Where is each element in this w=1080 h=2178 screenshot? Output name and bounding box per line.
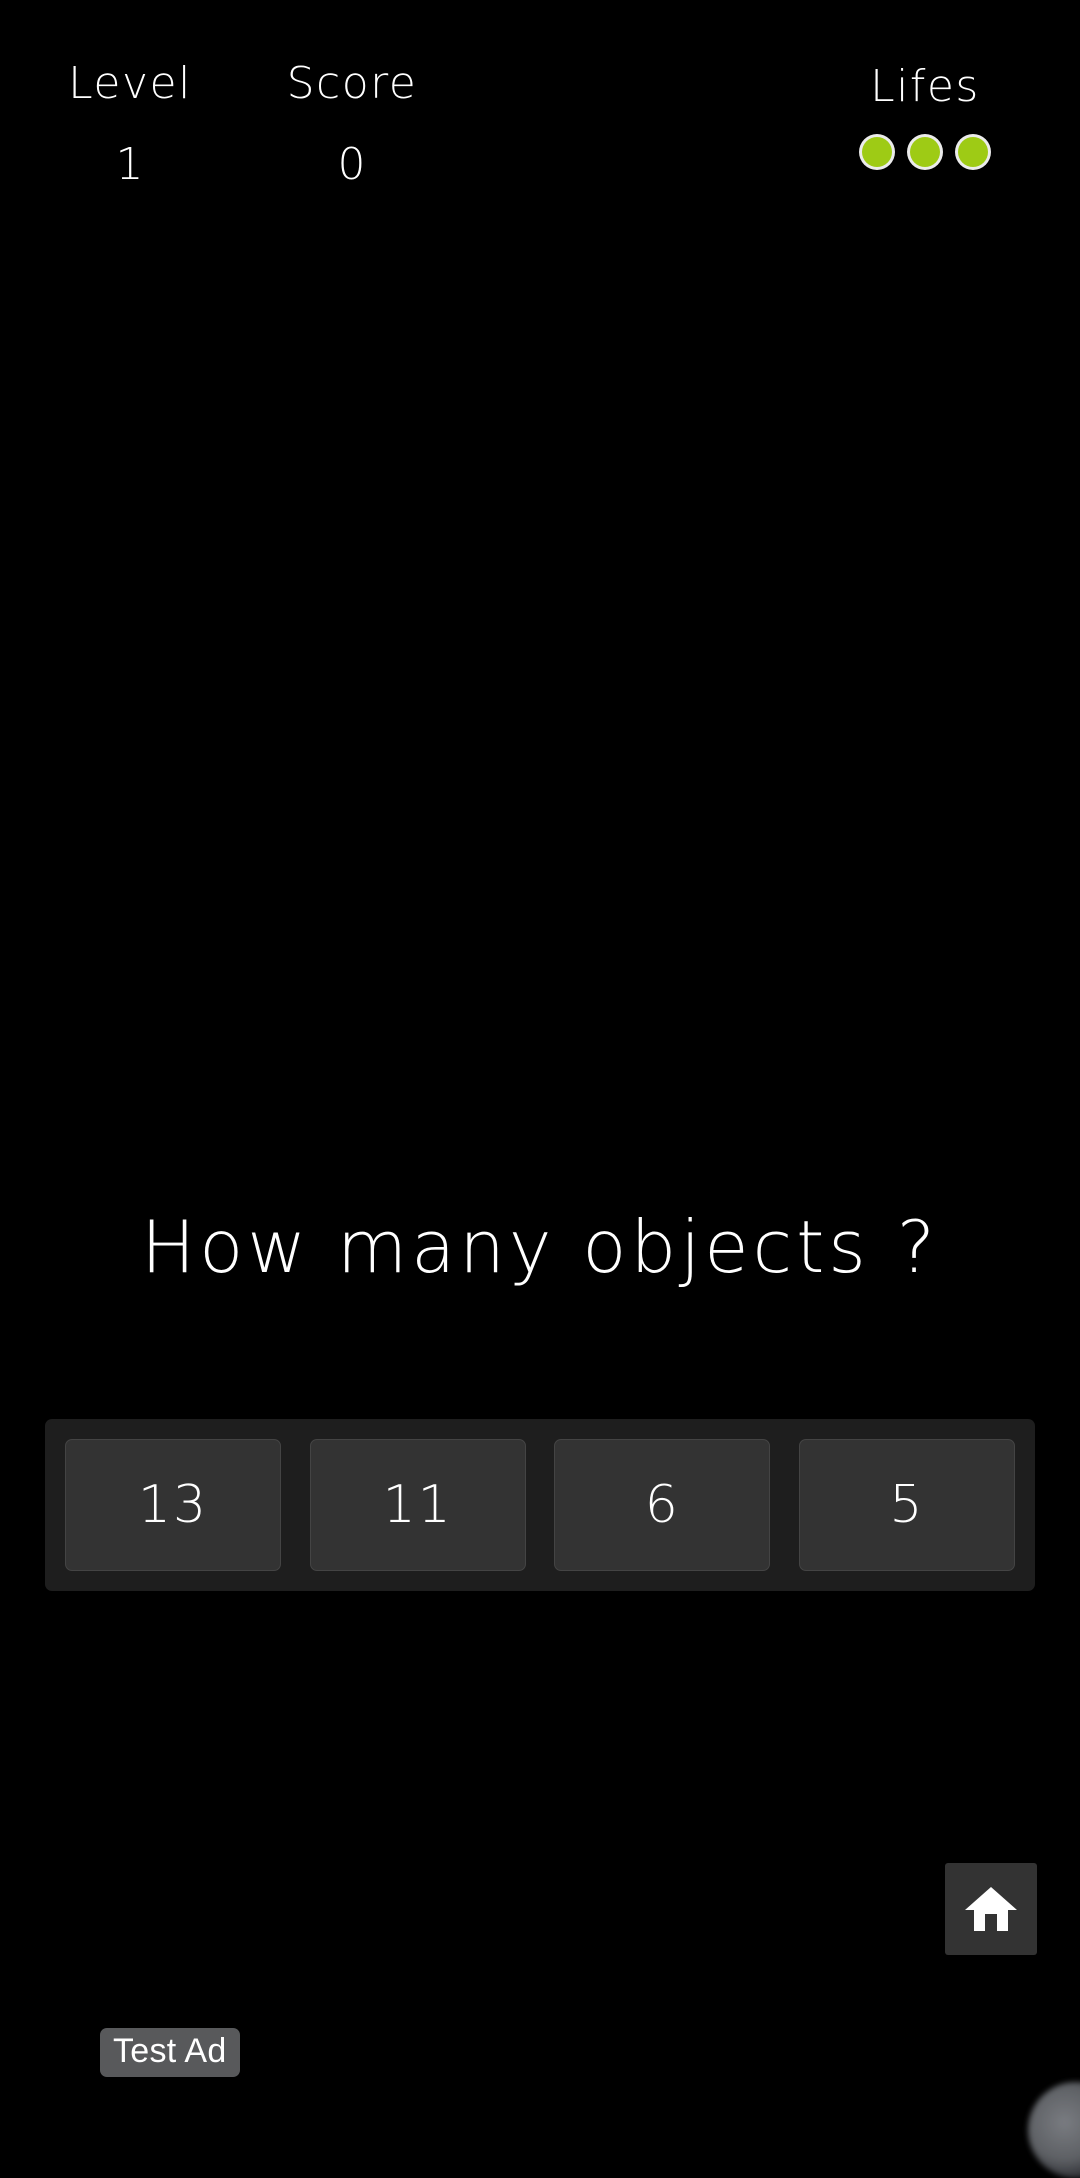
level-stat: Level 1 [30, 62, 230, 187]
home-button[interactable] [945, 1863, 1037, 1955]
level-value: 1 [115, 139, 145, 190]
score-label: Score [286, 58, 418, 109]
objects-play-area [0, 220, 1080, 1220]
lifes-stat: Lifes [825, 65, 1025, 167]
life-dot-icon [862, 137, 892, 167]
test-ad-badge: Test Ad [100, 2028, 240, 2077]
life-dot-icon [958, 137, 988, 167]
answer-button-1[interactable]: 13 [65, 1439, 281, 1571]
lifes-dots [825, 137, 1025, 167]
answer-button-3[interactable]: 6 [554, 1439, 771, 1571]
level-label: Level [68, 58, 192, 109]
answer-button-2[interactable]: 11 [309, 1439, 526, 1571]
life-dot-icon [910, 137, 940, 167]
question-text: How many objects ? [141, 1205, 939, 1289]
score-value: 0 [337, 139, 367, 190]
corner-floating-button[interactable] [1028, 2082, 1080, 2178]
score-stat: Score 0 [252, 62, 452, 187]
answer-options-bar: 13 11 6 5 [45, 1419, 1035, 1591]
game-screen: Level 1 Score 0 Lifes How many objects ?… [0, 0, 1080, 2178]
home-icon [963, 1883, 1019, 1935]
hud-bar: Level 1 Score 0 Lifes [0, 0, 1080, 220]
answer-button-4[interactable]: 5 [798, 1439, 1015, 1571]
lifes-label: Lifes [870, 61, 980, 112]
